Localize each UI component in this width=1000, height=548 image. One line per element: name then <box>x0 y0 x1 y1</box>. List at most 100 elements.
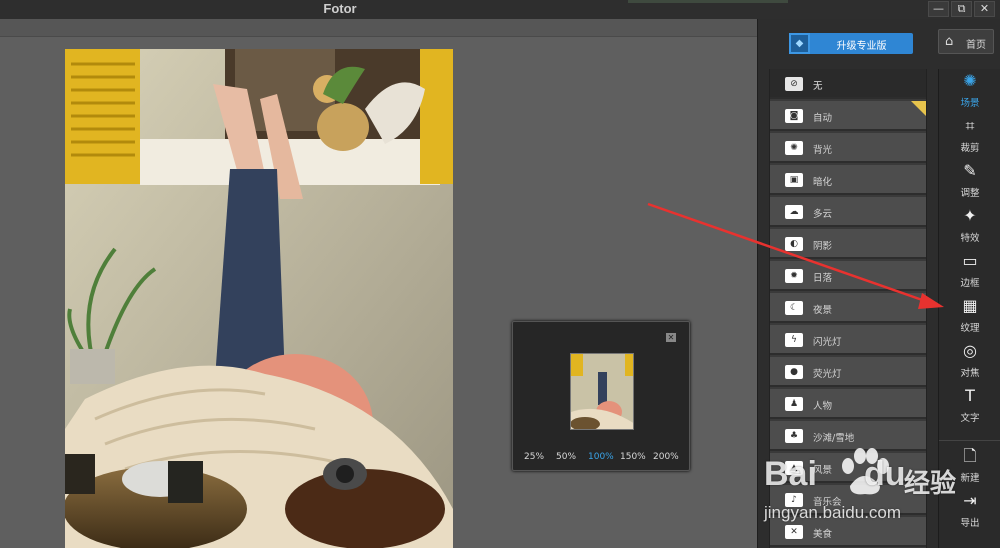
scene-item-label: 荧光灯 <box>813 369 842 380</box>
tool-label: 场景 <box>960 98 980 109</box>
minimize-button[interactable]: — <box>928 1 949 17</box>
moon-icon: ☾ <box>785 301 803 315</box>
scene-item-label: 无 <box>813 81 823 92</box>
scene-item-label: 多云 <box>813 209 833 220</box>
music-icon: ♪ <box>785 493 803 507</box>
scene-item[interactable]: ◙ 自动 <box>770 101 926 131</box>
scene-item[interactable]: ♟ 人物 <box>770 389 926 419</box>
tool-texture[interactable]: ▦ 纹理 <box>939 294 1000 339</box>
canvas-toolbar <box>0 19 757 37</box>
backlight-icon: ✺ <box>785 141 803 155</box>
scene-item[interactable]: ♪ 音乐会 <box>770 485 926 515</box>
scene-item-label: 沙滩/雪地 <box>813 433 855 444</box>
sunset-icon: ✹ <box>785 269 803 283</box>
text-icon: T <box>965 386 975 405</box>
tool-sidebar: ✺ 场景 ⌗ 裁剪 ✎ 调整 ✦ 特效 ▭ 边框 ▦ 纹理 ◎ 对焦 T 文字 🗋 新建 ⇥ 导出 <box>938 69 1000 548</box>
sparkle-icon: ✦ <box>963 206 977 225</box>
title-bar: Fotor — ⧉ ✕ <box>0 0 1000 19</box>
tool-export[interactable]: ⇥ 导出 <box>939 489 1000 534</box>
scene-item[interactable]: ▲ 风景 <box>770 453 926 483</box>
none-icon: ⊘ <box>785 77 803 91</box>
shadow-icon: ◐ <box>785 237 803 251</box>
zoom-level-list: 25% 50% 100% 150% 200% <box>513 452 691 466</box>
tool-text[interactable]: T 文字 <box>939 384 1000 429</box>
home-button[interactable]: ⌂ 首页 <box>938 29 994 54</box>
focus-icon: ◎ <box>963 341 977 360</box>
upgrade-label: 升级专业版 <box>836 41 887 52</box>
scene-item-label: 美食 <box>813 529 833 540</box>
tool-label: 纹理 <box>960 323 980 334</box>
bulb-icon: ● <box>785 365 803 379</box>
scene-item-label: 音乐会 <box>813 497 842 508</box>
scene-item-label: 闪光灯 <box>813 337 842 348</box>
pencil-icon: ✎ <box>963 161 977 180</box>
tool-label: 边框 <box>960 278 980 289</box>
frame-icon: ▭ <box>962 251 978 270</box>
tool-label: 文字 <box>960 413 980 424</box>
scene-item[interactable]: ◐ 阴影 <box>770 229 926 259</box>
tool-sparkle[interactable]: ✦ 特效 <box>939 204 1000 249</box>
export-icon: ⇥ <box>963 491 977 510</box>
editor-canvas[interactable]: ✕ 25% 50% 100% 150% 200% <box>0 37 757 548</box>
scene-item-label: 风景 <box>813 465 833 476</box>
cloud-icon: ☁ <box>785 205 803 219</box>
food-icon: ✕ <box>785 525 803 539</box>
zoom-level-50[interactable]: 50% <box>556 452 576 462</box>
new-file-icon: 🗋 <box>963 446 977 465</box>
scene-item-label: 自动 <box>813 113 833 124</box>
zoom-level-25[interactable]: 25% <box>524 452 544 462</box>
scene-item[interactable]: ● 荧光灯 <box>770 357 926 387</box>
scene-item[interactable]: ⊘ 无 <box>770 69 926 99</box>
scene-item[interactable]: ✺ 背光 <box>770 133 926 163</box>
camera-icon: ◙ <box>785 109 803 123</box>
landscape-icon: ▲ <box>785 461 803 475</box>
right-panel: ◆ 升级专业版 ⌂ 首页 ⊘ 无 ◙ 自动 ✺ 背光 ▣ 暗化 ☁ 多云 ◐ 阴影 ✹ 日落 ☾ 夜景 ϟ 闪光灯… <box>757 19 1000 548</box>
person-icon: ♟ <box>785 397 803 411</box>
scene-item[interactable]: ✹ 日落 <box>770 261 926 291</box>
scene-item-label: 暗化 <box>813 177 833 188</box>
sun-icon: ✺ <box>963 71 977 90</box>
scene-item-label: 日落 <box>813 273 833 284</box>
crop-icon: ⌗ <box>965 116 975 135</box>
scene-item[interactable]: ✕ 美食 <box>770 517 926 547</box>
tool-divider <box>939 440 1000 441</box>
scene-list: ⊘ 无 ◙ 自动 ✺ 背光 ▣ 暗化 ☁ 多云 ◐ 阴影 ✹ 日落 ☾ 夜景 ϟ 闪光灯 ● 荧光灯 ♟ 人物 ♣ 沙滩/雪地… <box>769 69 927 548</box>
restore-button[interactable]: ⧉ <box>951 1 972 17</box>
scene-item[interactable]: ☁ 多云 <box>770 197 926 227</box>
diamond-icon: ◆ <box>789 33 810 54</box>
zoom-thumbnail[interactable] <box>570 353 634 430</box>
upgrade-pro-button[interactable]: ◆ 升级专业版 <box>789 33 913 54</box>
scene-item[interactable]: ☾ 夜景 <box>770 293 926 323</box>
tool-sun[interactable]: ✺ 场景 <box>939 69 1000 114</box>
edited-photo[interactable] <box>65 49 453 548</box>
tool-crop[interactable]: ⌗ 裁剪 <box>939 114 1000 159</box>
scene-item[interactable]: ▣ 暗化 <box>770 165 926 195</box>
tool-pencil[interactable]: ✎ 调整 <box>939 159 1000 204</box>
tool-label: 新建 <box>960 473 980 484</box>
zoom-close-button[interactable]: ✕ <box>666 333 676 342</box>
tool-focus[interactable]: ◎ 对焦 <box>939 339 1000 384</box>
scene-item[interactable]: ♣ 沙滩/雪地 <box>770 421 926 451</box>
zoom-level-150[interactable]: 150% <box>620 452 646 462</box>
pro-badge-icon <box>911 101 926 117</box>
zoom-level-100[interactable]: 100% <box>588 452 614 462</box>
tool-new-file[interactable]: 🗋 新建 <box>939 444 1000 489</box>
texture-icon: ▦ <box>962 296 978 315</box>
darken-icon: ▣ <box>785 173 803 187</box>
tool-label: 调整 <box>960 188 980 199</box>
home-label: 首页 <box>966 40 986 51</box>
tool-label: 导出 <box>960 518 980 529</box>
home-icon: ⌂ <box>945 34 954 49</box>
tool-label: 特效 <box>960 233 980 244</box>
fotor-app-window: Fotor — ⧉ ✕ ✕ 25% 50% 100% 150% 200% ◆ 升… <box>0 0 1000 548</box>
close-button[interactable]: ✕ <box>974 1 995 17</box>
tool-label: 裁剪 <box>960 143 980 154</box>
scene-item[interactable]: ϟ 闪光灯 <box>770 325 926 355</box>
tool-frame[interactable]: ▭ 边框 <box>939 249 1000 294</box>
thumbnail-illustration <box>571 354 633 429</box>
scene-item-label: 人物 <box>813 401 833 412</box>
scene-item-label: 阴影 <box>813 241 833 252</box>
flash-icon: ϟ <box>785 333 803 347</box>
photo-illustration <box>65 49 453 548</box>
zoom-level-200[interactable]: 200% <box>653 452 679 462</box>
